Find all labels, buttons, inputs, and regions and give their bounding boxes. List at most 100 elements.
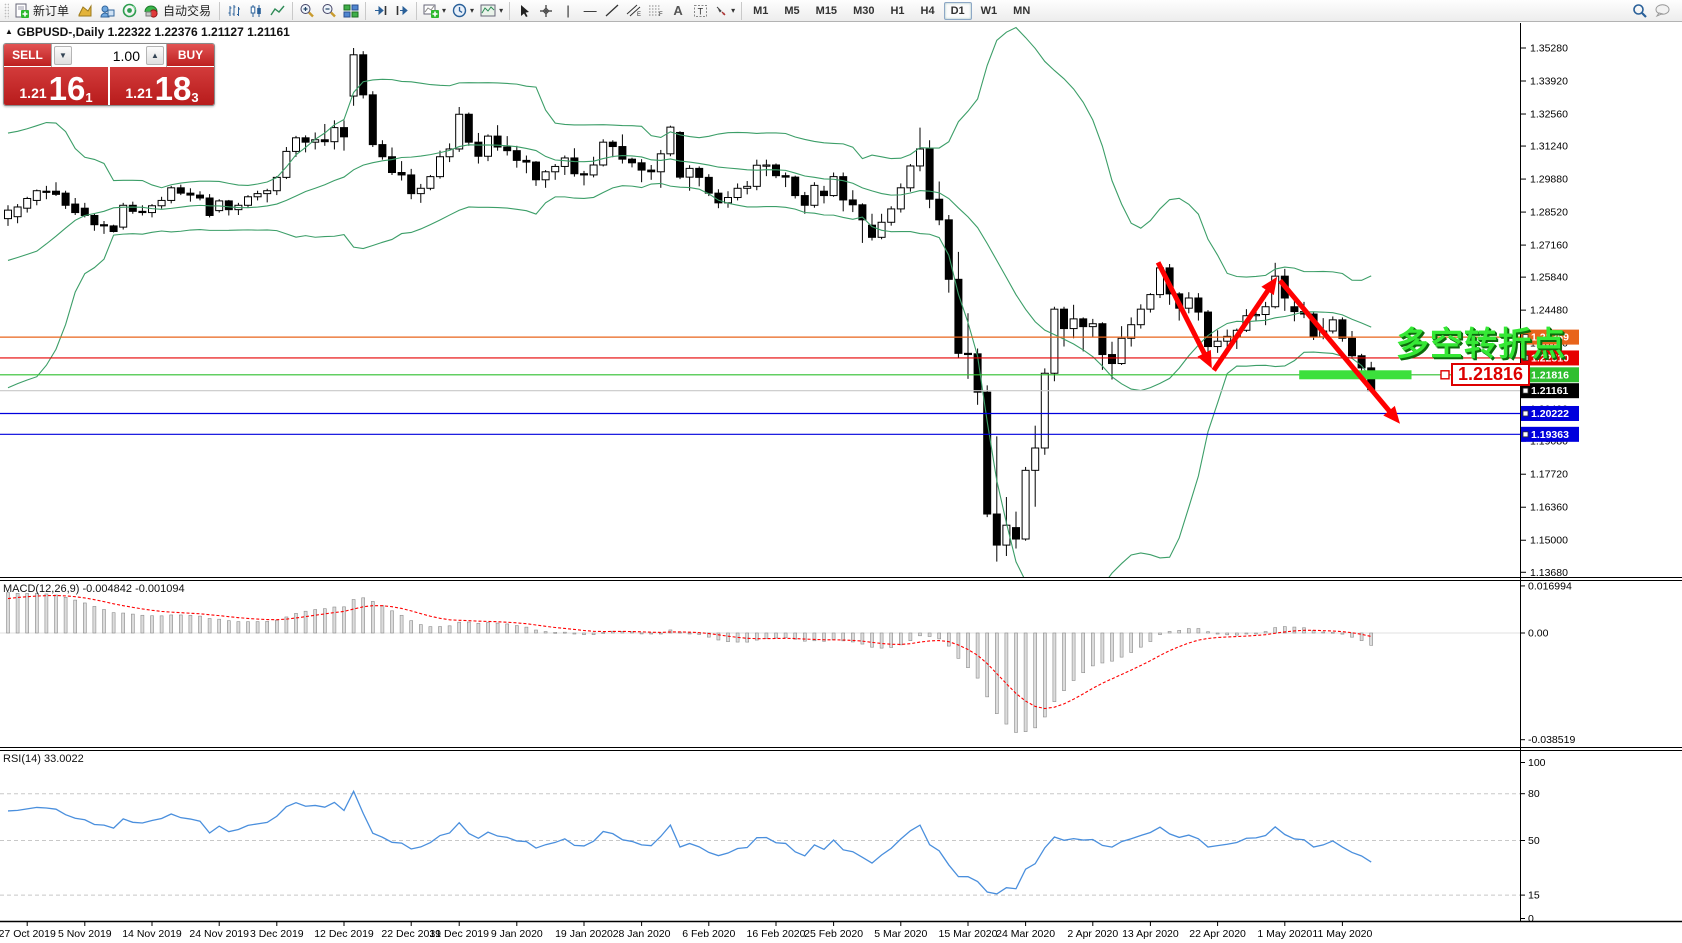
- sell-price-big: 16: [49, 73, 86, 104]
- auto-scroll-button[interactable]: [369, 1, 391, 21]
- toolbar-separator: [509, 2, 510, 20]
- arrows-button[interactable]: ▾: [711, 1, 738, 21]
- vertical-line-icon: |: [566, 4, 569, 17]
- timeframe-mn[interactable]: MN: [1006, 2, 1037, 20]
- line-chart-icon: [270, 4, 286, 18]
- volume-increase-button[interactable]: ▲: [146, 46, 164, 65]
- market-watch-button[interactable]: [96, 1, 118, 21]
- text-icon: A: [673, 4, 682, 17]
- new-chart-icon: [423, 3, 439, 18]
- toolbar-separator: [292, 2, 293, 20]
- dropdown-caret-icon: ▾: [470, 6, 474, 15]
- equidistant-channel-icon: E: [626, 4, 642, 17]
- text-label-button[interactable]: T: [689, 1, 711, 21]
- charts-icon: [77, 4, 93, 18]
- mt4-terminal: { "toolbar": { "new_order_label": "新订单",…: [0, 0, 1682, 943]
- timeframe-d1[interactable]: D1: [944, 2, 972, 20]
- zoom-in-button[interactable]: [296, 1, 318, 21]
- toolbar-separator: [741, 2, 742, 20]
- periods-icon: [452, 3, 467, 18]
- date-axis-tick: 27 Oct 2019: [0, 928, 56, 940]
- auto-scroll-icon: [373, 4, 388, 17]
- date-axis-tick: 14 Nov 2019: [122, 928, 182, 940]
- crosshair-button[interactable]: [535, 1, 557, 21]
- autotrade-button[interactable]: 自动交易: [140, 1, 216, 21]
- timeframe-h1[interactable]: H1: [883, 2, 911, 20]
- chart-title: ▲GBPUSD-,Daily 1.22322 1.22376 1.21127 1…: [5, 25, 290, 39]
- volume-input[interactable]: [74, 44, 144, 67]
- timeframe-m5[interactable]: M5: [777, 2, 806, 20]
- macd-axis-tick: 0.016994: [1528, 580, 1572, 592]
- timeframe-h4[interactable]: H4: [914, 2, 942, 20]
- autotrade-icon: [143, 3, 159, 18]
- level-price-tag: 1.21161: [1531, 385, 1569, 397]
- chat-button[interactable]: [1651, 1, 1674, 21]
- fibonacci-icon: F: [648, 4, 664, 17]
- buy-price-big: 18: [155, 73, 192, 104]
- date-axis-tick: 28 Jan 2020: [613, 928, 671, 940]
- candle-chart-button[interactable]: [245, 1, 267, 21]
- svg-text:T: T: [697, 6, 703, 16]
- date-axis-tick: 1 May 2020: [1257, 928, 1312, 940]
- timeframe-m1[interactable]: M1: [746, 2, 775, 20]
- volume-decrease-button[interactable]: ▼: [54, 46, 72, 65]
- collapse-arrow-icon[interactable]: ▲: [5, 27, 13, 36]
- rsi-axis-tick: 50: [1528, 835, 1540, 847]
- rsi-axis-tick: 0: [1528, 913, 1534, 925]
- bar-chart-button[interactable]: [223, 1, 245, 21]
- autotrade-label: 自动交易: [161, 2, 213, 19]
- rsi-axis-tick: 15: [1528, 890, 1540, 902]
- cursor-icon: [518, 4, 531, 18]
- search-button[interactable]: [1629, 1, 1651, 21]
- price-axis-tick: 1.15000: [1530, 535, 1568, 547]
- buy-button[interactable]: BUY: [167, 44, 214, 67]
- buy-price-sup: 3: [191, 91, 198, 104]
- navigator-button[interactable]: [118, 1, 140, 21]
- periods-button[interactable]: ▾: [449, 1, 477, 21]
- horizontal-line-button[interactable]: —: [579, 1, 601, 21]
- chart-shift-icon: [395, 4, 410, 17]
- tile-windows-button[interactable]: [340, 1, 362, 21]
- new-chart-button[interactable]: ▾: [420, 1, 449, 21]
- turning-point-annotation: 多空转折点: [1396, 317, 1566, 365]
- price-axis-tick: 1.35280: [1530, 43, 1568, 55]
- fibonacci-button[interactable]: F: [645, 1, 667, 21]
- tile-windows-icon: [343, 4, 359, 18]
- sell-button[interactable]: SELL: [4, 44, 51, 67]
- price-axis-tick: 1.32560: [1530, 109, 1568, 121]
- text-label-icon: T: [693, 4, 708, 18]
- vertical-line-button[interactable]: |: [557, 1, 579, 21]
- templates-button[interactable]: ▾: [477, 1, 506, 21]
- timeframe-m15[interactable]: M15: [809, 2, 844, 20]
- buy-price-prefix: 1.21: [125, 82, 152, 104]
- crosshair-icon: [539, 4, 553, 18]
- date-axis-tick: 24 Mar 2020: [996, 928, 1055, 940]
- date-axis-tick: 2 Apr 2020: [1067, 928, 1118, 940]
- market-watch-icon: [99, 4, 115, 18]
- toolbar-grip[interactable]: [4, 3, 9, 19]
- date-axis-tick: 3 Dec 2019: [250, 928, 304, 940]
- level-price-tag: 1.20222: [1531, 408, 1569, 420]
- date-axis-tick: 22 Apr 2020: [1189, 928, 1246, 940]
- timeframe-m30[interactable]: M30: [846, 2, 881, 20]
- date-axis-tick: 13 Apr 2020: [1122, 928, 1179, 940]
- new-order-button[interactable]: 新订单: [11, 1, 74, 21]
- date-axis-tick: 5 Mar 2020: [874, 928, 927, 940]
- price-axis-tick: 1.13680: [1530, 567, 1568, 579]
- cursor-button[interactable]: [513, 1, 535, 21]
- charts-button[interactable]: [74, 1, 96, 21]
- zoom-out-button[interactable]: [318, 1, 340, 21]
- line-chart-button[interactable]: [267, 1, 289, 21]
- channel-button[interactable]: E: [623, 1, 645, 21]
- date-axis-tick: 31 Dec 2019: [429, 928, 489, 940]
- sell-price-display[interactable]: 1.21 16 1: [4, 67, 108, 106]
- buy-price-display[interactable]: 1.21 18 3: [110, 67, 214, 106]
- sell-price-prefix: 1.21: [19, 82, 46, 104]
- text-button[interactable]: A: [667, 1, 689, 21]
- trendline-button[interactable]: [601, 1, 623, 21]
- chart-canvas[interactable]: 1.352801.339201.325601.312401.298801.285…: [0, 0, 1682, 943]
- macd-indicator-label: MACD(12,26,9) -0.004842 -0.001094: [3, 583, 185, 595]
- zoom-in-icon: [299, 3, 315, 18]
- timeframe-w1[interactable]: W1: [974, 2, 1005, 20]
- chart-shift-button[interactable]: [391, 1, 413, 21]
